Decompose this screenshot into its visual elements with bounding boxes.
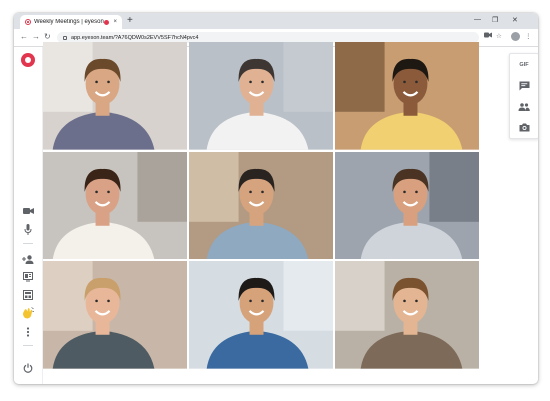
sidebar-divider — [23, 345, 33, 346]
participant-video — [43, 261, 187, 369]
forward-button[interactable]: → — [32, 32, 40, 42]
participant-video — [335, 42, 479, 150]
participant-video-tile[interactable] — [43, 151, 187, 260]
new-tab-button[interactable]: + — [127, 15, 133, 27]
sticker-icon[interactable] — [22, 307, 34, 319]
right-action-panel: GIF — [509, 53, 538, 139]
reload-button[interactable]: ↻ — [44, 32, 51, 42]
participant-video — [189, 261, 333, 369]
camera-permission-icon[interactable] — [484, 32, 492, 40]
back-button[interactable]: ← — [20, 32, 28, 42]
power-icon[interactable] — [22, 362, 34, 374]
participant-video — [335, 151, 479, 260]
video-grid — [43, 42, 479, 369]
sidebar — [14, 47, 43, 384]
snapshot-icon[interactable] — [510, 117, 538, 138]
close-window-button[interactable]: ✕ — [512, 16, 518, 24]
tab-close-button[interactable]: × — [113, 19, 117, 25]
presentation-icon[interactable] — [22, 271, 34, 283]
participant-video-tile[interactable] — [189, 151, 333, 260]
star-icon[interactable]: ☆ — [496, 32, 502, 40]
participant-video — [335, 261, 479, 369]
microphone-icon[interactable] — [22, 223, 34, 235]
gif-button[interactable]: GIF — [510, 54, 538, 75]
participant-video — [189, 42, 333, 150]
chat-icon[interactable] — [510, 75, 538, 96]
tab-title: Weekly Meetings | eyeson — [34, 19, 104, 25]
participant-video-tile[interactable] — [189, 261, 333, 369]
gif-label: GIF — [519, 61, 529, 68]
participant-video-tile[interactable] — [189, 42, 333, 150]
participant-video — [189, 151, 333, 260]
menu-icon[interactable]: ⋮ — [525, 32, 532, 40]
minimize-button[interactable]: — — [474, 16, 481, 23]
participant-video-tile[interactable] — [335, 261, 479, 369]
add-person-icon[interactable] — [22, 253, 34, 265]
camera-icon[interactable] — [22, 205, 34, 217]
logo-icon[interactable] — [21, 53, 35, 67]
url-text: app.eyeson.team/?A76QDW0s2EVV5SF7hcN4pvc… — [71, 34, 199, 41]
sidebar-divider — [23, 243, 33, 244]
participant-video-tile[interactable] — [43, 42, 187, 150]
layout-icon[interactable] — [22, 289, 34, 301]
participant-video — [43, 151, 187, 260]
lock-icon — [63, 35, 67, 40]
participant-video-tile[interactable] — [335, 151, 479, 260]
browser-tab[interactable]: Weekly Meetings | eyeson × — [20, 15, 122, 29]
avatar[interactable] — [511, 32, 520, 41]
participants-icon[interactable] — [510, 96, 538, 117]
more-icon[interactable] — [22, 326, 34, 338]
maximize-button[interactable]: ❐ — [492, 16, 498, 24]
recording-indicator-icon — [104, 19, 110, 25]
participant-video-tile[interactable] — [43, 261, 187, 369]
participant-video-tile[interactable] — [335, 42, 479, 150]
tab-strip: Weekly Meetings | eyeson × + — ❐ ✕ — [14, 13, 538, 29]
participant-video — [43, 42, 187, 150]
eyeson-favicon-icon — [25, 19, 31, 25]
